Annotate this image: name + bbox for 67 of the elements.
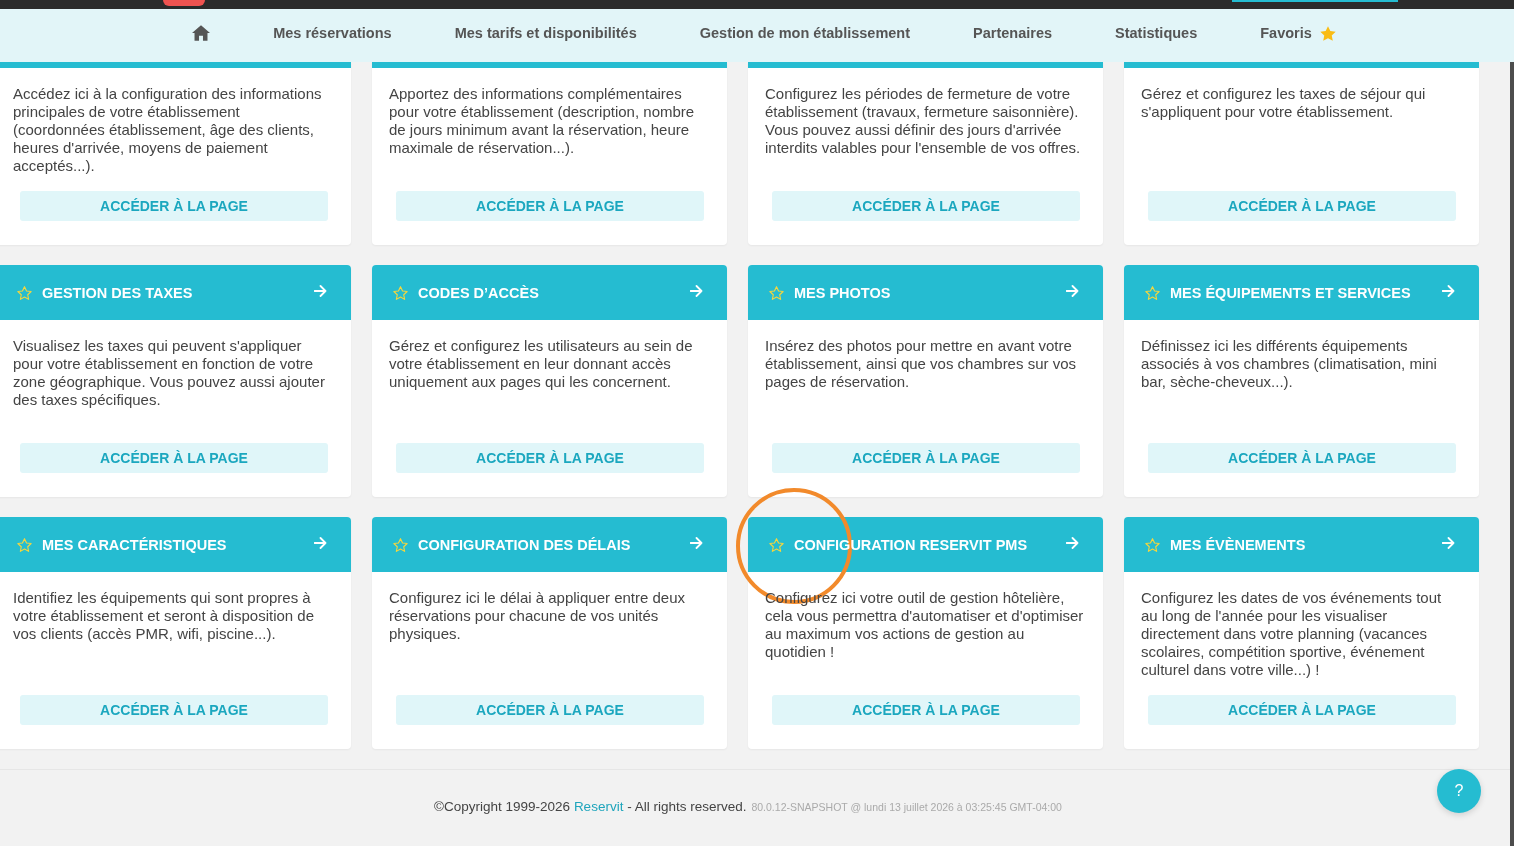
- star-icon[interactable]: [17, 537, 32, 552]
- open-page-button[interactable]: ACCÉDER À LA PAGE: [396, 695, 704, 725]
- card-header[interactable]: GESTION DES TAXES: [0, 265, 351, 320]
- star-icon[interactable]: [393, 537, 408, 552]
- open-page-button[interactable]: ACCÉDER À LA PAGE: [772, 443, 1080, 473]
- nav-link[interactable]: Mes réservations: [273, 25, 392, 41]
- card-description: Apportez des informations complémentaires pour votre établissement (description, nombre de jours minimum avant la réservation, heure maximale de réservation...).: [388, 84, 696, 158]
- help-button[interactable]: ?: [1437, 769, 1481, 813]
- nav-link[interactable]: Gestion de mon établissement: [699, 25, 911, 41]
- card-title: MES PHOTOS: [794, 284, 892, 301]
- star-icon[interactable]: [769, 537, 784, 552]
- card-description: Gérez et configurez les taxes de séjour qui s'appliquent pour votre établissement.: [1140, 84, 1427, 122]
- card-description: Configurez les dates de vos événements tout au long de l'année pour les visualiser directement dans votre planning (vacances scolaires, compétition sportive, événement culturel dans votre ville...) !: [1140, 588, 1443, 680]
- favorites-link[interactable]: Favoris: [1260, 25, 1336, 41]
- open-page-button[interactable]: ACCÉDER À LA PAGE: [772, 191, 1080, 221]
- card-header[interactable]: MES ÉQUIPEMENTS ET SERVICES: [1124, 265, 1479, 320]
- card-description: Définissez ici les différents équipements associés à vos chambres (climatisation, mini bar, sèche-cheveux...).: [1140, 336, 1438, 392]
- card-title: MES ÉQUIPEMENTS ET SERVICES: [1170, 284, 1412, 301]
- open-page-button[interactable]: ACCÉDER À LA PAGE: [20, 191, 328, 221]
- nav-link[interactable]: Statistiques: [1115, 25, 1198, 41]
- arrow-right-icon: [690, 536, 703, 549]
- card-title: GESTION DES TAXES: [42, 284, 194, 301]
- nav-link[interactable]: Mes tarifs et disponibilités: [454, 25, 637, 41]
- card-header[interactable]: CODES D’ACCÈS: [372, 265, 727, 320]
- card-title: MES ÉVÈNEMENTS: [1170, 536, 1307, 553]
- open-page-button[interactable]: ACCÉDER À LA PAGE: [1148, 443, 1456, 473]
- card-header[interactable]: MES PHOTOS: [748, 265, 1103, 320]
- arrow-right-icon: [1066, 536, 1079, 549]
- badge-edge: [163, 0, 205, 6]
- home-icon: [192, 25, 211, 41]
- arrow-right-icon: [690, 284, 703, 297]
- nav-link[interactable]: Partenaires: [973, 25, 1053, 41]
- copyright-text: ©Copyright 1999-2026 Reservit - All rights reserved.: [434, 799, 747, 814]
- card-description: Visualisez les taxes qui peuvent s'appliquer pour votre établissement en fonction de votre zone géographique. Vous pouvez aussi ajouter des taxes spécifiques.: [12, 336, 326, 410]
- arrow-right-icon: [1442, 536, 1455, 549]
- arrow-right-icon: [1066, 284, 1079, 297]
- open-page-button[interactable]: ACCÉDER À LA PAGE: [1148, 191, 1456, 221]
- star-icon[interactable]: [1145, 537, 1160, 552]
- version-text: 80.0.12-SNAPSHOT @ lundi 13 juillet 2026 à 03:25:45 GMT-04:00: [751, 801, 1062, 813]
- star-icon[interactable]: [393, 285, 408, 300]
- reservit-link[interactable]: Reservit: [573, 799, 624, 814]
- arrow-right-icon: [314, 536, 327, 549]
- card-title: CONFIGURATION DES DÉLAIS: [418, 536, 632, 553]
- open-page-button[interactable]: ACCÉDER À LA PAGE: [772, 695, 1080, 725]
- card-description: Gérez et configurez les utilisateurs au sein de votre établissement en leur donnant accès uniquement aux pages qui les concernent.: [388, 336, 694, 392]
- home-button[interactable]: [192, 25, 211, 41]
- open-page-button[interactable]: ACCÉDER À LA PAGE: [20, 695, 328, 725]
- star-icon[interactable]: [1145, 285, 1160, 300]
- arrow-right-icon: [314, 284, 327, 297]
- card-description: Accédez ici à la configuration des informations principales de votre établissement (coordonnées établissement, âge des clients, heures d'arrivée, moyens de paiement acceptés...).: [12, 84, 323, 176]
- card-title: MES CARACTÉRISTIQUES: [42, 536, 228, 553]
- card-header[interactable]: CONFIGURATION DES DÉLAIS: [372, 517, 727, 572]
- card-header[interactable]: MES CARACTÉRISTIQUES: [0, 517, 351, 572]
- open-page-button[interactable]: ACCÉDER À LA PAGE: [20, 443, 328, 473]
- card-description: Configurez ici le délai à appliquer entre deux réservations pour chacune de vos unités physiques.: [388, 588, 686, 644]
- card-description: Insérez des photos pour mettre en avant votre établissement, ainsi que vos chambres sur vos pages de réservation.: [764, 336, 1077, 392]
- card-description: Configurez les périodes de fermeture de votre établissement (travaux, fermeture saisonnière). Vous pouvez aussi définir des jours d'arrivée interdits valables pour l'ensemble de vos offres.: [764, 84, 1082, 158]
- star-icon: [1319, 25, 1336, 41]
- star-icon[interactable]: [769, 285, 784, 300]
- open-page-button[interactable]: ACCÉDER À LA PAGE: [1148, 695, 1456, 725]
- card-header[interactable]: MES ÉVÈNEMENTS: [1124, 517, 1479, 572]
- card-description: Identifiez les équipements qui sont propres à votre établissement et seront à disposition de vos clients (accès PMR, wifi, piscine...).: [12, 588, 315, 644]
- open-page-button[interactable]: ACCÉDER À LA PAGE: [396, 443, 704, 473]
- open-page-button[interactable]: ACCÉDER À LA PAGE: [396, 191, 704, 221]
- card-title: CODES D’ACCÈS: [418, 284, 540, 301]
- arrow-right-icon: [1442, 284, 1455, 297]
- star-icon[interactable]: [17, 285, 32, 300]
